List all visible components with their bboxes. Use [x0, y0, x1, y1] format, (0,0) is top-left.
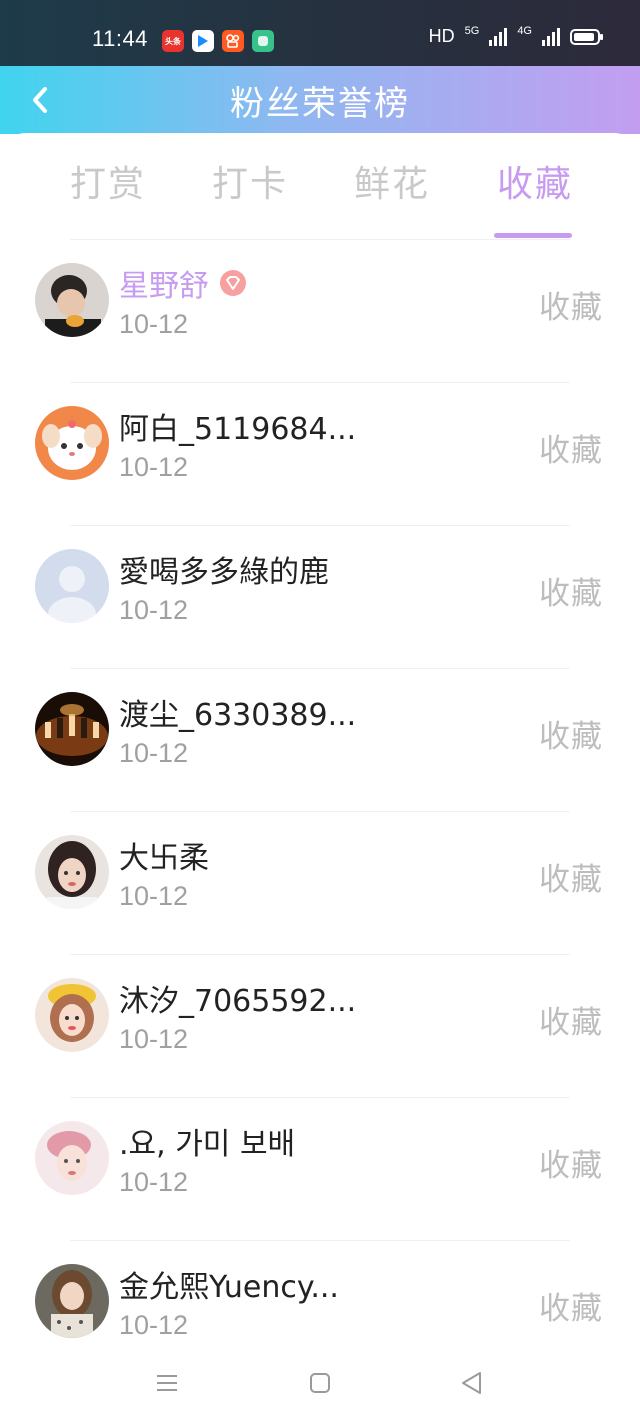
name-line: 星野舒 — [119, 261, 247, 305]
list-item[interactable]: 星野舒 10-12 收藏 — [0, 239, 640, 382]
fan-date: 10-12 — [119, 1024, 189, 1054]
app-green-icon — [252, 30, 274, 52]
fan-date: 10-12 — [119, 595, 189, 625]
signal-5g-icon — [489, 27, 508, 46]
action-label: 收藏 — [539, 1291, 603, 1327]
fan-name[interactable]: 大卐柔 — [119, 833, 209, 877]
avatar[interactable] — [35, 406, 109, 480]
status-time: 11:44 — [92, 26, 148, 51]
avatar[interactable] — [35, 1264, 109, 1338]
home-square-icon — [310, 1373, 330, 1393]
menu-icon — [157, 1375, 177, 1391]
tab-checkin[interactable]: 打卡 — [212, 155, 288, 207]
back-triangle-icon — [462, 1372, 481, 1394]
fan-name[interactable]: 阿白_5119684... — [119, 404, 356, 448]
notification-icons: 头条 — [162, 30, 274, 52]
network-4g-label: 4G — [517, 24, 532, 37]
fan-date: 10-12 — [119, 309, 189, 339]
avatar[interactable] — [35, 835, 109, 909]
fan-date: 10-12 — [119, 738, 189, 768]
fan-name[interactable]: .요, 가미 보배 — [119, 1119, 295, 1163]
page-title: 粉丝荣誉榜 — [230, 84, 410, 124]
list-item[interactable]: 沐汐_7065592... 10-12 收藏 — [0, 954, 640, 1097]
action-label: 收藏 — [539, 290, 603, 326]
divider — [70, 1097, 570, 1098]
name-line: 沐汐_7065592... — [119, 976, 356, 1020]
signal-4g-icon — [542, 27, 560, 46]
name-line: 阿白_5119684... — [119, 404, 356, 448]
status-bar: 11:44 头条 HD 5G 4G — [0, 0, 640, 66]
name-line: 金允熙Yuency... — [119, 1262, 339, 1306]
home-button[interactable] — [305, 1368, 335, 1398]
fan-date: 10-12 — [119, 1310, 189, 1340]
action-label: 收藏 — [539, 1148, 603, 1184]
back-nav-button[interactable] — [457, 1368, 487, 1398]
divider — [70, 668, 570, 669]
content-panel: 打赏 打卡 鲜花 收藏 星野舒 10-12 收藏 阿白_5119684... 1… — [0, 133, 640, 1422]
tab-flowers[interactable]: 鲜花 — [354, 155, 430, 207]
fan-name[interactable]: 星野舒 — [119, 261, 209, 305]
tab-reward[interactable]: 打赏 — [70, 155, 146, 207]
toutiao-icon: 头条 — [162, 30, 184, 52]
hd-label: HD — [428, 26, 455, 46]
fan-date: 10-12 — [119, 1167, 189, 1197]
avatar[interactable] — [35, 692, 109, 766]
action-label: 收藏 — [539, 719, 603, 755]
diamond-badge-icon — [220, 270, 246, 296]
fan-name[interactable]: 沐汐_7065592... — [119, 976, 356, 1020]
action-label: 收藏 — [539, 433, 603, 469]
fan-list: 星野舒 10-12 收藏 阿白_5119684... 10-12 收藏 愛喝多多… — [0, 239, 640, 1383]
avatar[interactable] — [35, 549, 109, 623]
action-label: 收藏 — [539, 862, 603, 898]
divider — [70, 954, 570, 955]
tab-favorites[interactable]: 收藏 — [497, 155, 573, 207]
divider — [70, 525, 570, 526]
fan-date: 10-12 — [119, 881, 189, 911]
name-line: 愛喝多多綠的鹿 — [119, 547, 329, 591]
app-header: 粉丝荣誉榜 — [0, 66, 640, 134]
system-nav-bar — [0, 1352, 640, 1422]
list-item[interactable]: 阿白_5119684... 10-12 收藏 — [0, 382, 640, 525]
fan-name[interactable]: 金允熙Yuency... — [119, 1262, 339, 1306]
list-item[interactable]: 渡尘_6330389... 10-12 收藏 — [0, 668, 640, 811]
fan-date: 10-12 — [119, 452, 189, 482]
name-line: .요, 가미 보배 — [119, 1119, 295, 1163]
youku-icon — [192, 30, 214, 52]
battery-icon — [570, 28, 603, 45]
action-label: 收藏 — [539, 1005, 603, 1041]
kuaishou-icon — [222, 30, 244, 52]
divider — [70, 239, 570, 240]
name-line: 渡尘_6330389... — [119, 690, 356, 734]
avatar[interactable] — [35, 263, 109, 337]
fan-name[interactable]: 渡尘_6330389... — [119, 690, 356, 734]
tab-bar: 打赏 打卡 鲜花 收藏 — [0, 155, 640, 238]
name-line: 大卐柔 — [119, 833, 209, 877]
tab-active-indicator — [494, 233, 572, 238]
list-item[interactable]: 大卐柔 10-12 收藏 — [0, 811, 640, 954]
divider — [70, 1240, 570, 1241]
avatar[interactable] — [35, 1121, 109, 1195]
status-indicators: HD 5G 4G — [428, 24, 603, 47]
network-5g-label: 5G — [464, 24, 480, 37]
avatar[interactable] — [35, 978, 109, 1052]
menu-button[interactable] — [152, 1368, 182, 1398]
list-item[interactable]: .요, 가미 보배 10-12 收藏 — [0, 1097, 640, 1240]
list-item[interactable]: 愛喝多多綠的鹿 10-12 收藏 — [0, 525, 640, 668]
divider — [70, 382, 570, 383]
divider — [70, 811, 570, 812]
fan-name[interactable]: 愛喝多多綠的鹿 — [119, 547, 329, 591]
action-label: 收藏 — [539, 576, 603, 612]
